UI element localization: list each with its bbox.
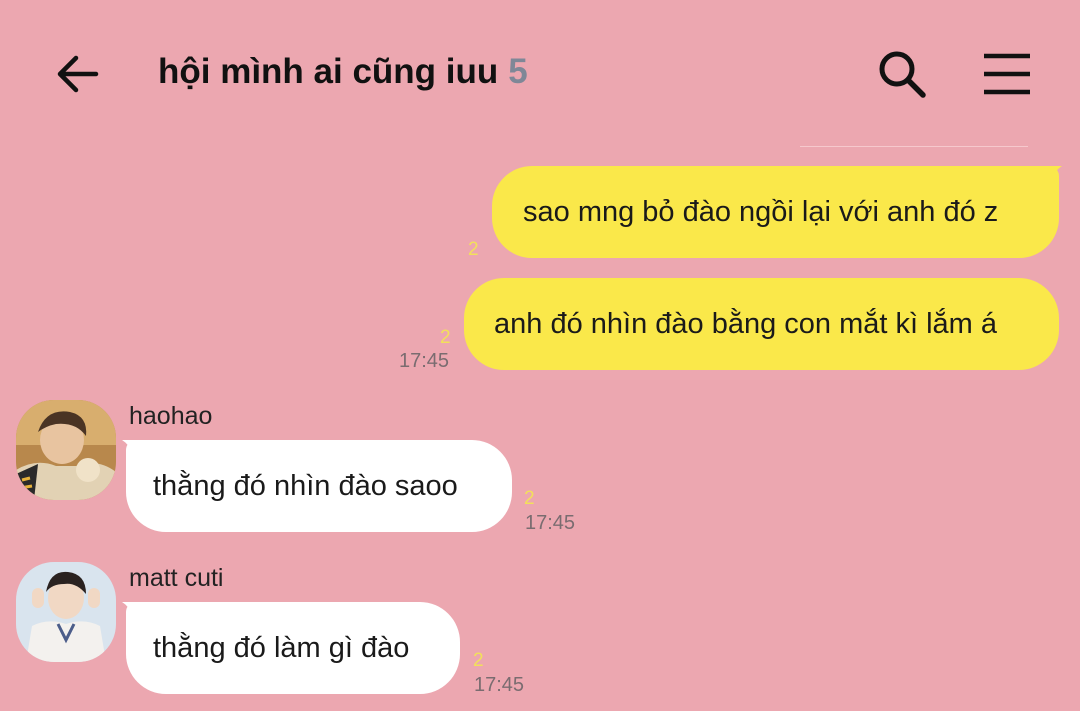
incoming-message-bubble[interactable]: thằng đó làm gì đào (126, 602, 460, 694)
bubble-tail (1040, 166, 1062, 188)
member-count: 5 (508, 52, 528, 91)
chat-header: hội mình ai cũng iuu 5 (0, 0, 1080, 150)
chat-title-group: hội mình ai cũng iuu 5 (158, 52, 528, 92)
message-text: anh đó nhìn đào bằng con mắt kì lắm á (494, 307, 998, 340)
back-button[interactable] (50, 50, 104, 98)
message-text: sao mng bỏ đào ngồi lại với anh đó z (523, 195, 999, 228)
incoming-message-bubble[interactable]: thằng đó nhìn đào saoo (126, 440, 512, 532)
avatar[interactable] (16, 400, 116, 500)
sender-name: haohao (129, 402, 213, 430)
message-text: thằng đó làm gì đào (153, 631, 410, 664)
avatar-photo (16, 400, 116, 500)
message-time: 17:45 (474, 674, 525, 696)
unread-count: 2 (473, 650, 484, 671)
chat-title: hội mình ai cũng iuu (158, 52, 499, 91)
message-time: 17:45 (525, 512, 576, 534)
unread-count: 2 (468, 239, 479, 260)
avatar-photo (16, 562, 116, 662)
outgoing-message-bubble[interactable]: anh đó nhìn đào bằng con mắt kì lắm á (464, 278, 1059, 370)
arrow-left-icon (57, 55, 99, 93)
header-divider (800, 146, 1028, 147)
message-time: 17:45 (399, 350, 450, 372)
message-text: thằng đó nhìn đào saoo (153, 469, 458, 502)
unread-count: 2 (440, 327, 451, 348)
bubble-tail (122, 602, 144, 624)
search-icon (879, 51, 926, 98)
hamburger-menu-icon (984, 53, 1030, 95)
menu-button[interactable] (980, 50, 1034, 98)
search-button[interactable] (874, 48, 930, 100)
sender-name: matt cuti (129, 564, 224, 592)
avatar[interactable] (16, 562, 116, 662)
unread-count: 2 (524, 488, 535, 509)
outgoing-message-bubble[interactable]: sao mng bỏ đào ngồi lại với anh đó z (492, 166, 1059, 258)
bubble-tail (122, 440, 144, 462)
